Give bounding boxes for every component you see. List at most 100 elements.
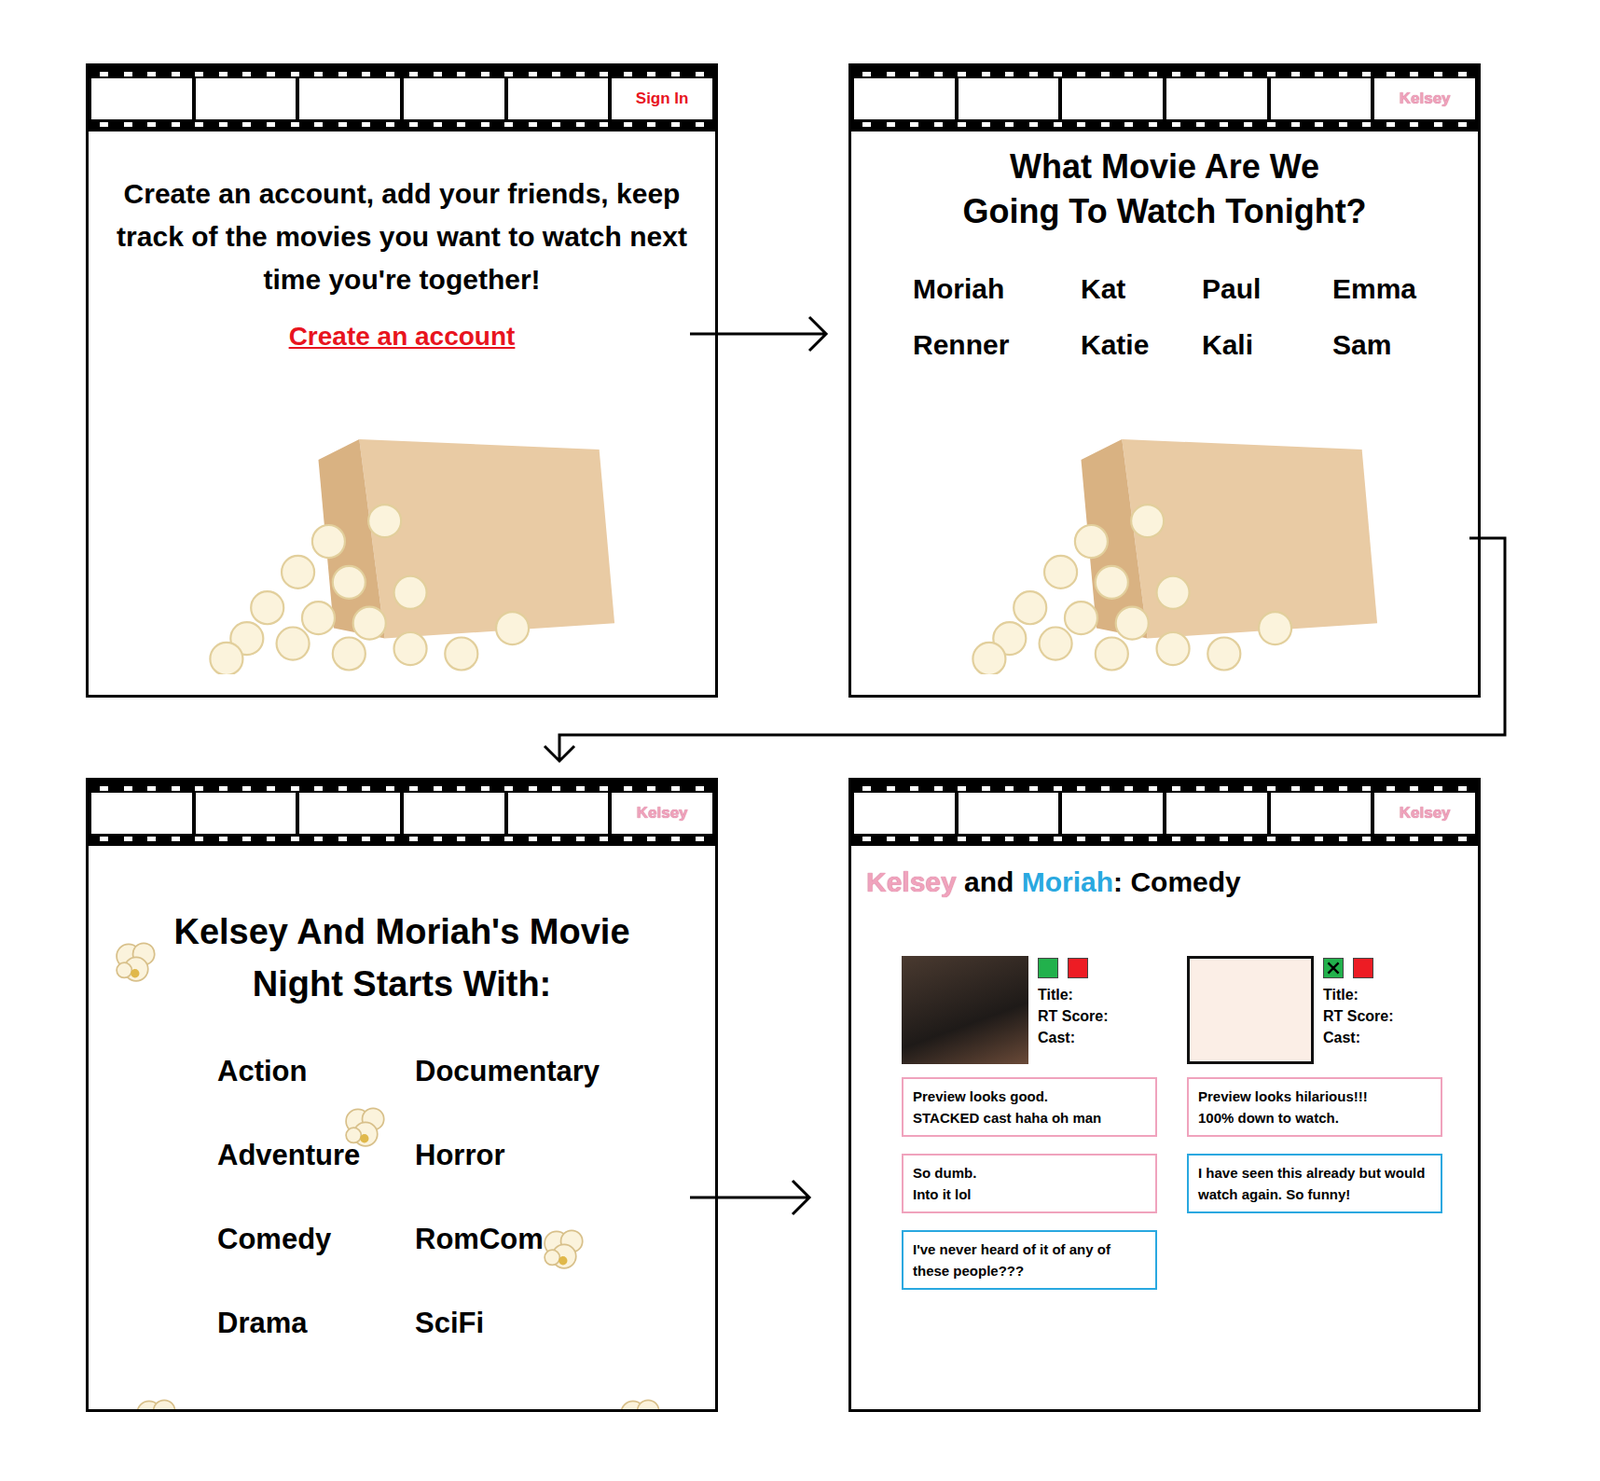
- sprocket-icon: [1291, 786, 1300, 791]
- comment-box: So dumb. Into it lol: [901, 1153, 1158, 1214]
- sprocket-icon: [1053, 122, 1063, 127]
- sprocket-icon: [1291, 836, 1300, 842]
- sprocket-icon: [386, 836, 395, 842]
- sprocket-icon: [1029, 836, 1038, 842]
- genre-option[interactable]: Action: [217, 1054, 415, 1089]
- genre-option[interactable]: Adventure: [217, 1138, 415, 1173]
- sprocket-icon: [981, 71, 991, 77]
- sprocket-icon: [551, 71, 561, 77]
- sprocket-icon: [481, 71, 490, 77]
- movie-card: Title:RT Score:Cast:Preview looks good. …: [901, 955, 1158, 1290]
- sprocket-icon: [219, 122, 228, 127]
- nav-cell[interactable]: [195, 78, 297, 120]
- nav-cell[interactable]: [195, 792, 297, 834]
- friend-name[interactable]: Renner: [912, 329, 1081, 361]
- sprocket-icon: [1314, 836, 1324, 842]
- nav-cell[interactable]: [1166, 78, 1268, 120]
- sprocket-icon: [409, 786, 418, 791]
- sprocket-icon: [671, 786, 680, 791]
- sprocket-icon: [1101, 122, 1110, 127]
- vote-checkbox[interactable]: [1037, 957, 1059, 979]
- sprocket-icon: [219, 71, 228, 77]
- sprocket-icon: [456, 122, 466, 127]
- sprocket-icon: [171, 836, 180, 842]
- nav-cell[interactable]: [1062, 792, 1163, 834]
- sprocket-icon: [1172, 122, 1181, 127]
- sprocket-icon: [338, 71, 347, 77]
- nav-cell[interactable]: [854, 792, 955, 834]
- vote-checkbox[interactable]: [1323, 957, 1344, 979]
- vote-checkbox[interactable]: [1067, 957, 1089, 979]
- sprocket-icon: [576, 836, 585, 842]
- nav-cell[interactable]: [508, 78, 609, 120]
- friend-name[interactable]: Sam: [1332, 329, 1454, 361]
- sprocket-icon: [1314, 122, 1324, 127]
- comment-box: I've never heard of it of any of these p…: [901, 1229, 1158, 1290]
- account-label[interactable]: Sign In: [611, 78, 713, 120]
- sprocket-icon: [551, 122, 561, 127]
- storyboard: Sign InCreate an account, add your frien…: [0, 0, 1600, 1481]
- sprocket-icon: [1148, 786, 1158, 791]
- sprocket-icon: [433, 71, 442, 77]
- nav-cell[interactable]: [1062, 78, 1163, 120]
- friend-name[interactable]: Katie: [1080, 329, 1202, 361]
- create-account-link[interactable]: Create an account: [289, 321, 516, 352]
- sprocket-icon: [910, 122, 919, 127]
- sprocket-icon: [551, 786, 561, 791]
- nav-cell[interactable]: [403, 792, 505, 834]
- genre-option[interactable]: Comedy: [217, 1222, 415, 1256]
- movie-poster[interactable]: [1186, 955, 1314, 1064]
- nav-cell[interactable]: [299, 792, 400, 834]
- vote-checkbox[interactable]: [1352, 957, 1374, 979]
- movie-poster[interactable]: [901, 955, 1029, 1064]
- nav-cell[interactable]: [91, 78, 193, 120]
- friend-name[interactable]: Kali: [1201, 329, 1333, 361]
- sprocket-icon: [599, 786, 608, 791]
- sprocket-icon: [1005, 786, 1014, 791]
- popcorn-kernel-icon: [129, 1391, 184, 1412]
- sprocket-icon: [1458, 786, 1467, 791]
- account-label[interactable]: Kelsey: [1374, 78, 1476, 120]
- nav-cell[interactable]: [403, 78, 505, 120]
- sprocket-icon: [1124, 786, 1133, 791]
- friend-name[interactable]: Moriah: [912, 273, 1081, 305]
- sprocket-icon: [481, 836, 490, 842]
- nav-cell[interactable]: [508, 792, 609, 834]
- nav-cell[interactable]: [958, 792, 1060, 834]
- sprocket-icon: [266, 71, 276, 77]
- account-label[interactable]: Kelsey: [1374, 792, 1476, 834]
- genre-option[interactable]: Horror: [414, 1138, 600, 1173]
- sprocket-icon: [504, 71, 513, 77]
- sprocket-icon: [862, 786, 871, 791]
- sprocket-icon: [290, 836, 300, 842]
- sprocket-icon: [623, 71, 633, 77]
- nav-cell[interactable]: [958, 78, 1060, 120]
- genre-option[interactable]: SciFi: [414, 1306, 600, 1340]
- nav-cell[interactable]: [299, 78, 400, 120]
- sprocket-icon: [338, 836, 347, 842]
- popcorn-kernel-icon: [537, 1221, 592, 1276]
- sprocket-icon: [910, 71, 919, 77]
- screen-title: Kelsey And Moriah's Movie Night Starts W…: [131, 905, 673, 1010]
- sprocket-icon: [194, 122, 204, 127]
- friend-name[interactable]: Paul: [1201, 273, 1333, 305]
- account-label[interactable]: Kelsey: [611, 792, 713, 834]
- sprocket-icon: [1172, 71, 1181, 77]
- sprocket-icon: [695, 122, 704, 127]
- sprocket-icon: [1196, 122, 1205, 127]
- sprocket-icon: [242, 786, 251, 791]
- nav-cell[interactable]: [1270, 78, 1372, 120]
- sprocket-icon: [1386, 786, 1395, 791]
- friend-name[interactable]: Emma: [1332, 273, 1454, 305]
- nav-cell[interactable]: [91, 792, 193, 834]
- nav-cell[interactable]: [1270, 792, 1372, 834]
- nav-cell[interactable]: [1166, 792, 1268, 834]
- sprocket-icon: [671, 71, 680, 77]
- sprocket-icon: [1458, 122, 1467, 127]
- genre-option[interactable]: Drama: [217, 1306, 415, 1340]
- friend-name[interactable]: Kat: [1080, 273, 1202, 305]
- sprocket-icon: [1386, 122, 1395, 127]
- nav-cell[interactable]: [854, 78, 955, 120]
- genre-option[interactable]: Documentary: [414, 1054, 600, 1089]
- sprocket-icon: [171, 786, 180, 791]
